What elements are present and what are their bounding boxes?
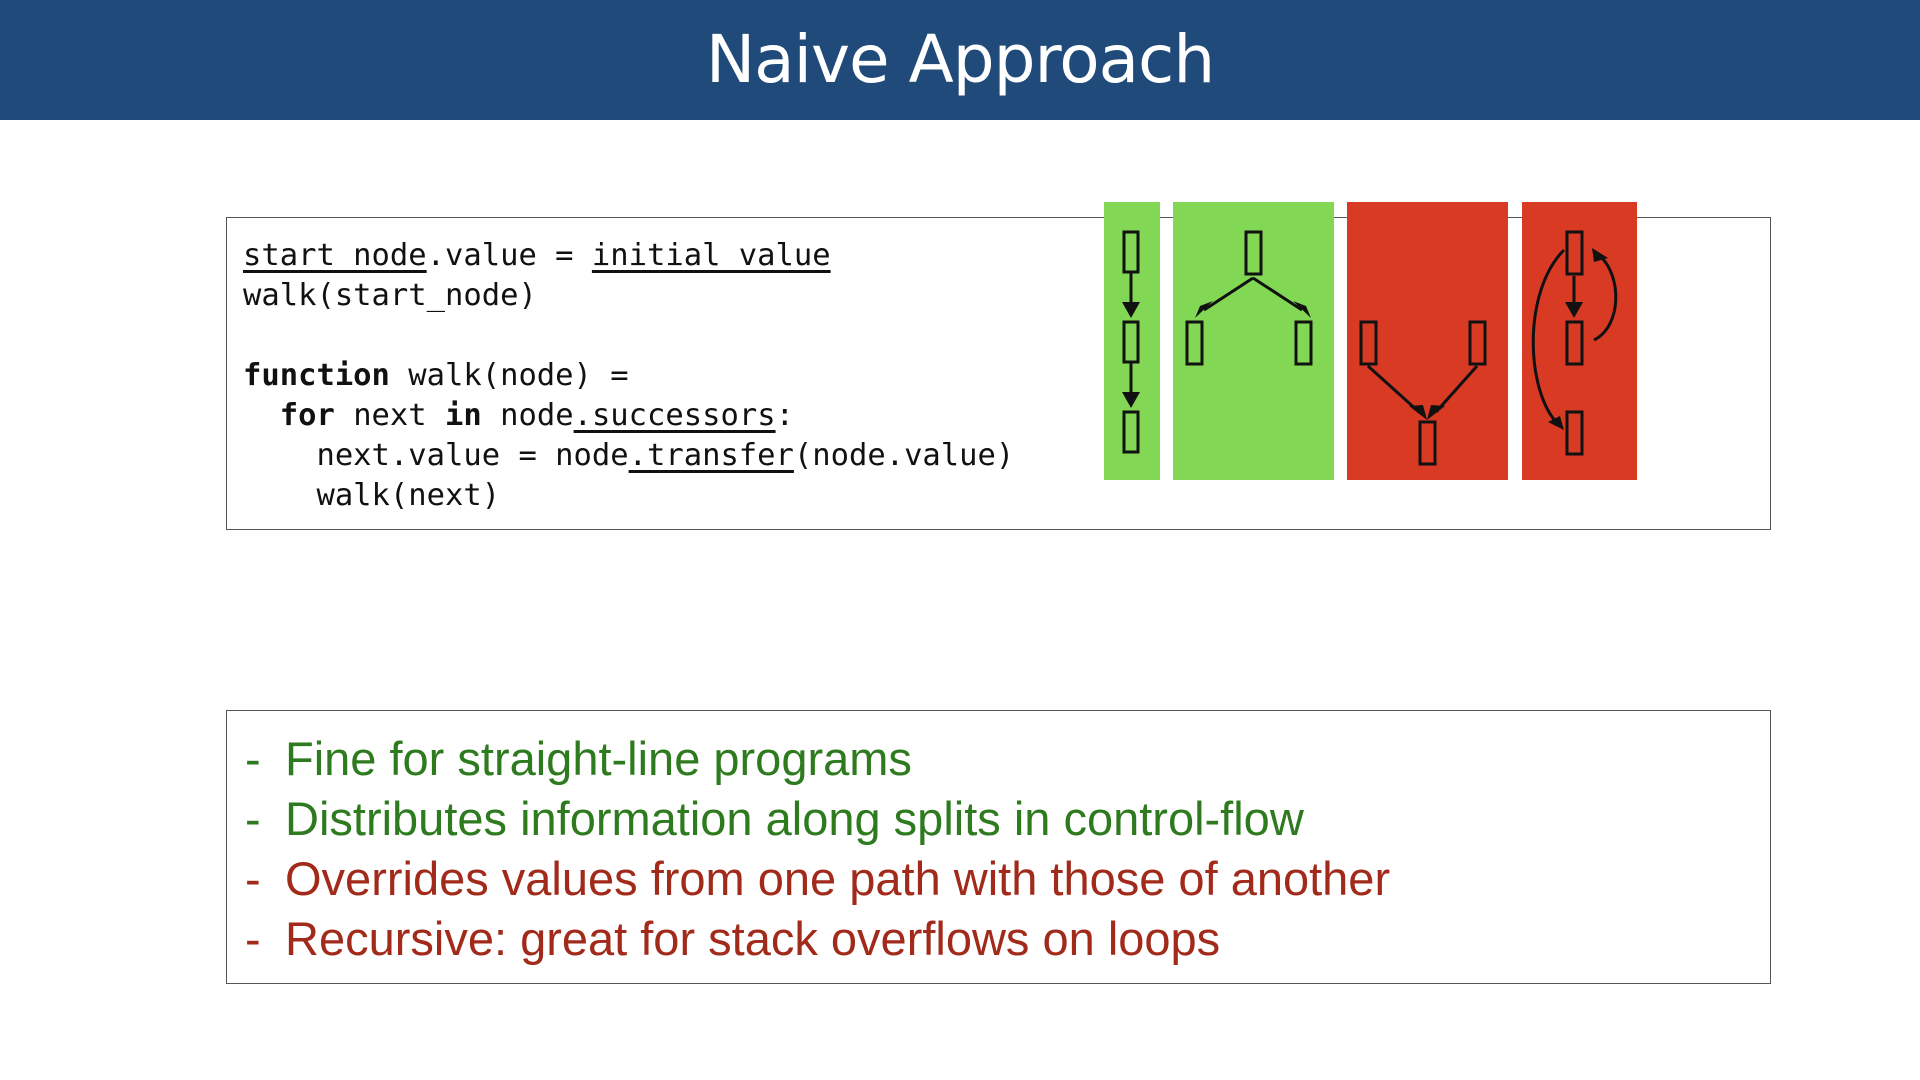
code-line: function walk(node) = — [243, 356, 1014, 396]
panel-background — [1522, 202, 1637, 480]
code-underlined: start_node — [243, 238, 427, 273]
split-diagram — [1173, 202, 1334, 480]
straight-line-diagram — [1104, 202, 1160, 480]
panel-background — [1104, 202, 1160, 480]
bullet-marker: - — [245, 732, 261, 785]
bullet-marker: - — [245, 852, 261, 905]
bullet-item: - Recursive: great for stack overflows on… — [245, 909, 1390, 969]
code-text: walk(start_node) — [243, 278, 537, 313]
bullet-item: - Overrides values from one path with tho… — [245, 849, 1390, 909]
code-text: (node.value) — [793, 438, 1015, 473]
bullet-list: - Fine for straight-line programs - Distrib… — [245, 729, 1390, 969]
title-bar: Naive Approach — [0, 0, 1920, 120]
code-line: ​ — [243, 316, 1014, 356]
slide-title: Naive Approach — [705, 21, 1215, 98]
code-underlined: .transfer — [628, 438, 794, 473]
code-line: walk(start_node) — [243, 276, 1014, 316]
code-underlined: initial_value — [591, 238, 831, 273]
code-keyword: for — [279, 398, 335, 433]
bullet-box: - Fine for straight-line programs - Distrib… — [226, 710, 1771, 984]
code-keyword: in — [445, 398, 482, 433]
code-keyword: function — [243, 358, 390, 393]
code-underlined: .successors — [573, 398, 776, 433]
merge-diagram — [1347, 202, 1508, 480]
bullet-text: Distributes information along splits in … — [285, 792, 1304, 845]
bullet-item: - Fine for straight-line programs — [245, 729, 1390, 789]
code-line: for next in node.successors: — [243, 396, 1014, 436]
code-line: next.value = node.transfer(node.value) — [243, 436, 1014, 476]
bullet-text: Overrides values from one path with thos… — [285, 852, 1391, 905]
code-line: start_node.value = initial_value — [243, 236, 1014, 276]
bullet-item: - Distributes information along splits in… — [245, 789, 1390, 849]
code-text: .value = — [426, 238, 592, 273]
code-line: walk(next) — [243, 476, 1014, 516]
code-text: : — [775, 398, 794, 433]
code-text: next — [334, 398, 446, 433]
code-text: walk(next) — [243, 478, 501, 513]
bullet-marker: - — [245, 792, 261, 845]
code-block: start_node.value = initial_value walk(sta… — [243, 236, 1014, 516]
code-text: node — [481, 398, 574, 433]
bullet-marker: - — [245, 912, 261, 965]
bullet-text: Fine for straight-line programs — [285, 732, 912, 785]
bullet-text: Recursive: great for stack overflows on … — [285, 912, 1221, 965]
loop-diagram — [1522, 202, 1637, 480]
code-text: walk(node) = — [389, 358, 629, 393]
code-text: next.value = node — [243, 438, 629, 473]
